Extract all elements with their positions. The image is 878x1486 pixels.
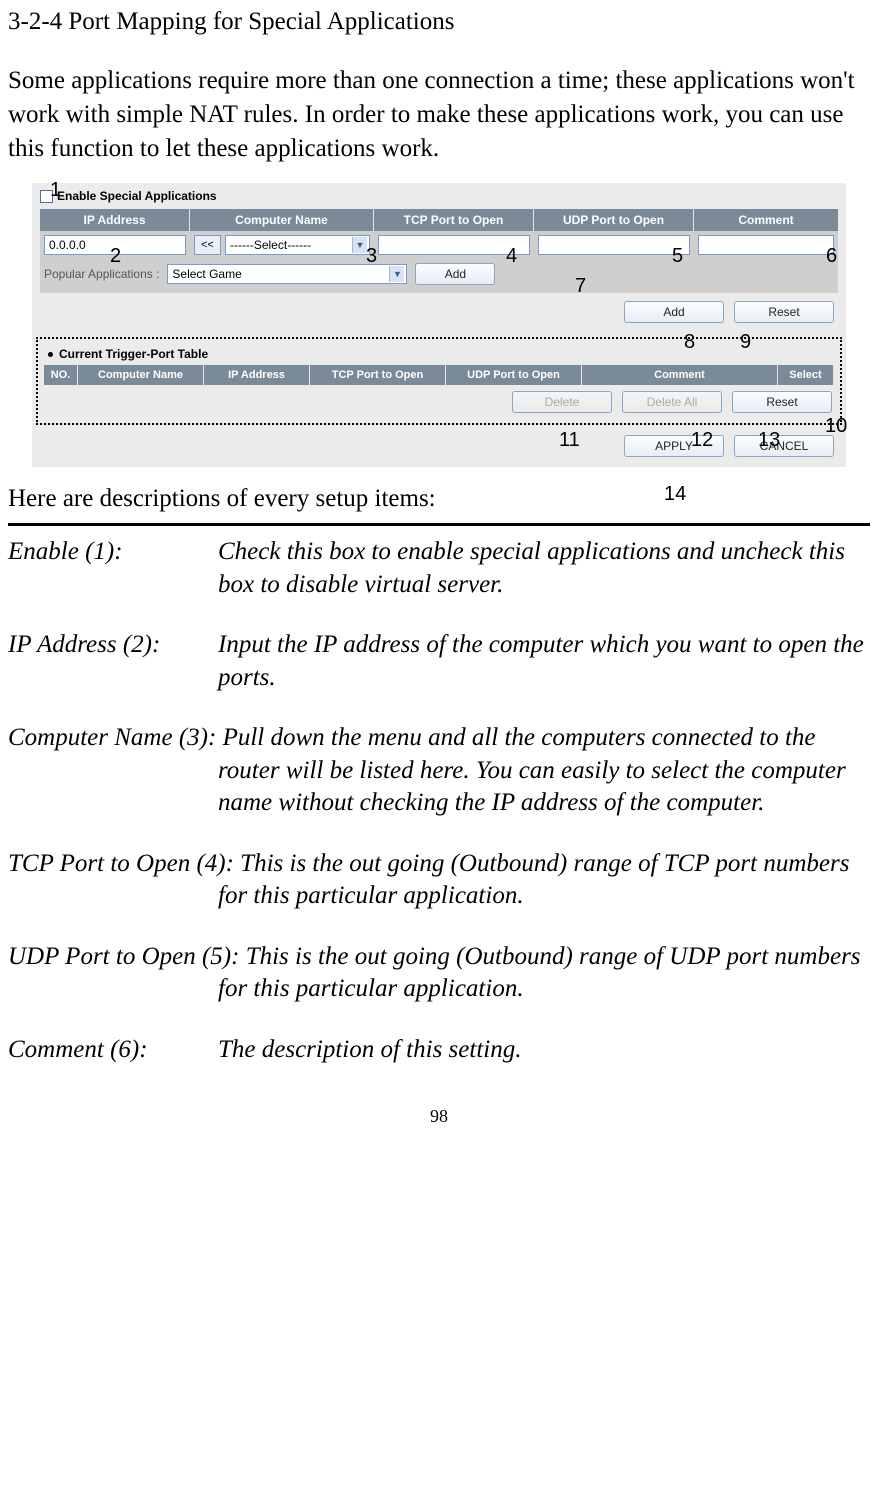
add-button[interactable]: Add: [624, 301, 724, 323]
description-text: Check this box to enable special applica…: [218, 536, 870, 601]
table-title: Current Trigger-Port Table: [59, 347, 208, 361]
screenshot-wrapper: 1 2 3 4 5 6 7 8 9 10 11 12 13 14 Enable …: [8, 183, 870, 467]
description-text: Input the IP address of the computer whi…: [218, 629, 870, 694]
copy-ip-button[interactable]: <<: [194, 235, 221, 255]
delete-button[interactable]: Delete: [512, 391, 612, 413]
popular-apps-label: Popular Applications :: [40, 267, 159, 281]
section-title: 3-2-4 Port Mapping for Special Applicati…: [8, 8, 870, 36]
description-item: Comment (6):The description of this sett…: [8, 1034, 870, 1067]
hdr-tcp: TCP Port to Open: [374, 209, 534, 231]
callout-6: 6: [826, 245, 837, 268]
table-header-row: NO. Computer Name IP Address TCP Port to…: [44, 365, 834, 385]
callout-14: 14: [664, 483, 686, 506]
descriptions-list: Enable (1):Check this box to enable spec…: [8, 536, 870, 1066]
callout-4: 4: [506, 245, 517, 268]
description-item: TCP Port to Open (4): This is the out go…: [8, 848, 870, 913]
hdr-cmt: Comment: [694, 209, 838, 231]
intro-text: Some applications require more than one …: [8, 64, 870, 165]
hdr-ip: IP Address: [40, 209, 190, 231]
udp-port-input[interactable]: [538, 235, 690, 255]
computer-name-select[interactable]: ------Select------ ▼: [225, 235, 370, 255]
popular-apps-value: Select Game: [172, 267, 241, 281]
th-cn: Computer Name: [78, 365, 204, 385]
callout-12: 12: [691, 429, 713, 452]
reset-button[interactable]: Reset: [734, 301, 834, 323]
page-number: 98: [8, 1106, 870, 1127]
comment-input[interactable]: [698, 235, 834, 255]
th-cmt: Comment: [582, 365, 778, 385]
popular-add-button[interactable]: Add: [415, 263, 495, 285]
th-no: NO.: [44, 365, 78, 385]
divider: [8, 523, 870, 526]
description-label: Enable (1):: [8, 536, 218, 601]
callout-3: 3: [366, 245, 377, 268]
bullet-icon: [48, 352, 53, 357]
callout-1: 1: [50, 179, 61, 202]
th-tcp: TCP Port to Open: [310, 365, 446, 385]
th-udp: UDP Port to Open: [446, 365, 582, 385]
chevron-down-icon: ▼: [352, 237, 367, 253]
description-label: Comment (6):: [8, 1034, 218, 1067]
input-header-row: IP Address Computer Name TCP Port to Ope…: [40, 209, 838, 231]
callout-8: 8: [684, 331, 695, 354]
callout-9: 9: [740, 331, 751, 354]
th-ip: IP Address: [204, 365, 310, 385]
callout-11: 11: [559, 429, 580, 452]
description-item: IP Address (2):Input the IP address of t…: [8, 629, 870, 694]
reset-table-button[interactable]: Reset: [732, 391, 832, 413]
description-label: IP Address (2):: [8, 629, 218, 694]
description-text: The description of this setting.: [218, 1034, 870, 1067]
enable-label: Enable Special Applications: [57, 189, 217, 203]
hdr-udp: UDP Port to Open: [534, 209, 694, 231]
description-item: UDP Port to Open (5): This is the out go…: [8, 941, 870, 1006]
cancel-button[interactable]: CANCEL: [734, 435, 834, 457]
th-sel: Select: [778, 365, 834, 385]
callout-2: 2: [110, 245, 121, 268]
descriptions-heading: Here are descriptions of every setup ite…: [8, 485, 870, 513]
chevron-down-icon: ▼: [389, 266, 404, 282]
hdr-cn: Computer Name: [190, 209, 374, 231]
delete-all-button[interactable]: Delete All: [622, 391, 722, 413]
callout-10: 10: [825, 415, 847, 438]
callout-13: 13: [758, 429, 780, 452]
callout-5: 5: [672, 245, 683, 268]
current-table-panel: Current Trigger-Port Table NO. Computer …: [36, 337, 842, 425]
computer-name-value: ------Select------: [230, 238, 311, 252]
description-item: Enable (1):Check this box to enable spec…: [8, 536, 870, 601]
description-item: Computer Name (3): Pull down the menu an…: [8, 722, 870, 820]
callout-7: 7: [575, 275, 586, 298]
